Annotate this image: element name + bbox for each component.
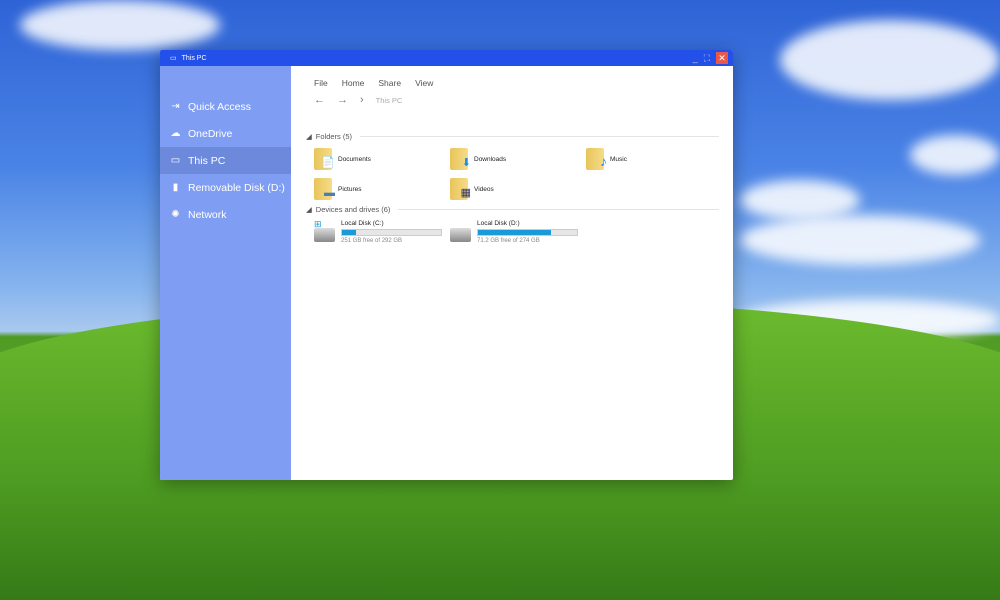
hard-drive-icon (450, 228, 471, 242)
sidebar-item-quick-access[interactable]: ⇥ Quick Access (160, 93, 291, 120)
chevron-right-icon: › (360, 94, 364, 106)
content-pane: File Home Share View ← → › This PC ◢ Fold… (291, 66, 733, 480)
menu-bar: File Home Share View (314, 78, 733, 88)
menu-share[interactable]: Share (378, 78, 401, 88)
downloads-folder-icon: ⬇ (450, 148, 471, 170)
usb-drive-icon: ▮ (172, 182, 179, 193)
sidebar: ⇥ Quick Access ☁ OneDrive ▭ This PC ▮ Remova… (160, 66, 291, 480)
close-button[interactable]: ✕ (716, 52, 728, 64)
title-bar[interactable]: ▭ This PC _ ⛶ ✕ (160, 50, 733, 66)
navigation-bar: ← → › This PC (314, 94, 733, 106)
folder-downloads[interactable]: ⬇ Downloads (450, 147, 586, 171)
drives-list: ⊞ Local Disk (C:) 251 GB free of 292 GB … (314, 219, 733, 244)
drive-name: Local Disk (D:) (477, 220, 520, 227)
computer-icon: ▭ (170, 55, 177, 62)
folder-name: Videos (474, 185, 494, 193)
back-arrow-icon[interactable]: ← (314, 94, 325, 106)
folders-grid: 📄 Documents ⬇ Downloads ♪ Music ▬ Pictures ▦… (314, 147, 733, 201)
sidebar-item-onedrive[interactable]: ☁ OneDrive (160, 120, 291, 147)
folders-section-header[interactable]: ◢ Folders (5) (306, 132, 733, 141)
folder-videos[interactable]: ▦ Videos (450, 177, 586, 201)
folder-music[interactable]: ♪ Music (586, 147, 722, 171)
music-folder-icon: ♪ (586, 148, 607, 170)
menu-file[interactable]: File (314, 78, 328, 88)
section-title: Devices and drives (6) (315, 205, 391, 214)
folder-pictures[interactable]: ▬ Pictures (314, 177, 450, 201)
sidebar-item-label: Network (188, 208, 227, 221)
drive-usage-bar (341, 229, 442, 236)
documents-folder-icon: 📄 (314, 148, 335, 170)
section-title: Folders (5) (315, 132, 353, 141)
cloud (20, 0, 220, 50)
drive-name: Local Disk (C:) (341, 220, 384, 227)
sidebar-item-removable-disk[interactable]: ▮ Removable Disk (D:) (160, 174, 291, 201)
quick-access-icon: ⇥ (171, 101, 180, 112)
drive-free-space: 71.2 GB free of 274 GB (477, 238, 540, 244)
folder-documents[interactable]: 📄 Documents (314, 147, 450, 171)
cloud-icon: ☁ (170, 128, 181, 139)
sidebar-item-label: OneDrive (188, 127, 233, 140)
cloud (740, 215, 980, 265)
forward-arrow-icon[interactable]: → (337, 94, 348, 106)
folder-name: Music (610, 155, 627, 163)
folder-name: Downloads (474, 155, 507, 163)
explorer-window: ▭ This PC _ ⛶ ✕ ⇥ Quick Access ☁ OneDrive … (160, 50, 733, 480)
folder-name: Documents (338, 155, 371, 163)
menu-view[interactable]: View (415, 78, 433, 88)
window-title: This PC (181, 54, 207, 62)
sidebar-item-label: Removable Disk (D:) (188, 181, 285, 194)
cloud (780, 20, 1000, 100)
cloud (740, 180, 860, 220)
drives-section-header[interactable]: ◢ Devices and drives (6) (306, 205, 733, 214)
drive-usage-bar (477, 229, 578, 236)
drive-c[interactable]: ⊞ Local Disk (C:) 251 GB free of 292 GB (314, 219, 442, 244)
collapse-icon: ◢ (306, 205, 312, 214)
folder-name: Pictures (338, 185, 362, 193)
minimize-button[interactable]: _ (693, 52, 698, 64)
maximize-button[interactable]: ⛶ (704, 52, 710, 64)
network-icon: ✺ (171, 209, 180, 220)
sidebar-item-network[interactable]: ✺ Network (160, 201, 291, 228)
menu-home[interactable]: Home (342, 78, 365, 88)
sidebar-item-this-pc[interactable]: ▭ This PC (160, 147, 291, 174)
pictures-folder-icon: ▬ (314, 178, 335, 200)
sidebar-item-label: This PC (188, 154, 226, 167)
drive-free-space: 251 GB free of 292 GB (341, 238, 403, 244)
collapse-icon: ◢ (306, 132, 312, 141)
laptop-icon: ▭ (170, 155, 181, 166)
videos-folder-icon: ▦ (450, 178, 471, 200)
breadcrumb[interactable]: This PC (376, 96, 403, 105)
windows-drive-icon: ⊞ (314, 219, 335, 242)
drive-d[interactable]: Local Disk (D:) 71.2 GB free of 274 GB (450, 220, 578, 244)
cloud (910, 135, 1000, 175)
sidebar-item-label: Quick Access (188, 100, 252, 113)
